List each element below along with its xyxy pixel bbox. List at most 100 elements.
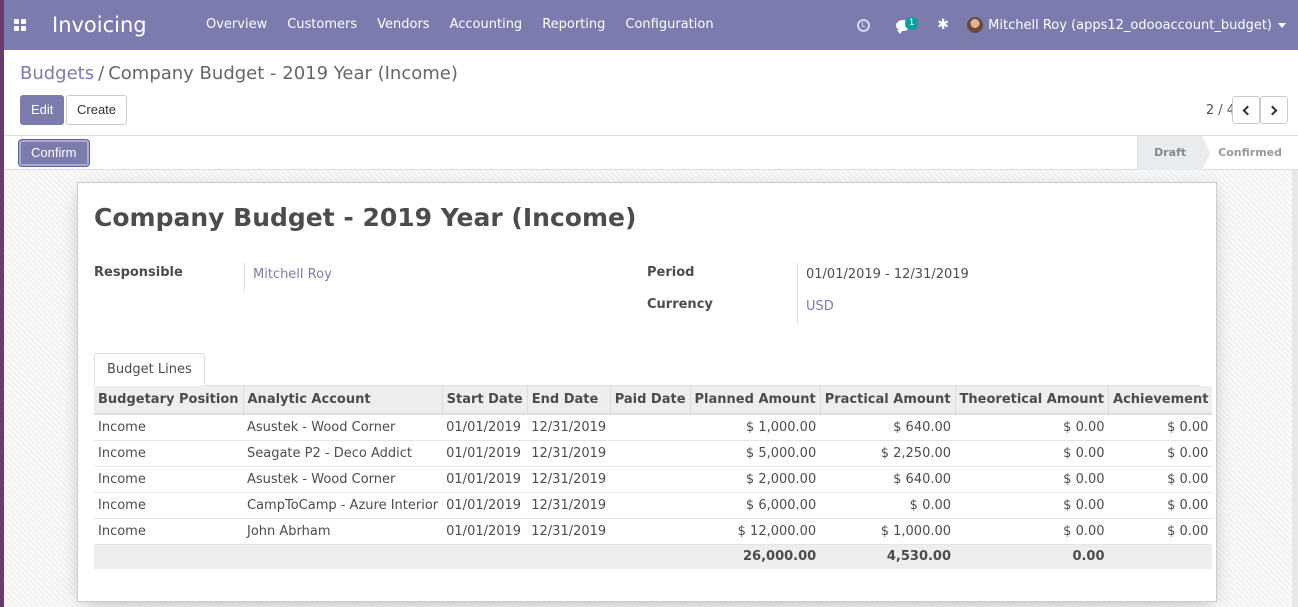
create-button[interactable]: Create [66, 95, 128, 125]
menu-overview[interactable]: Overview [196, 0, 277, 50]
table-cell [610, 544, 691, 569]
table-cell: $ 0.00 [955, 518, 1109, 545]
tab-budget-lines[interactable]: Budget Lines [94, 353, 205, 386]
table-cell: 01/01/2019 [442, 492, 528, 519]
table-cell [610, 518, 691, 545]
table-cell [610, 492, 691, 519]
field-divider [244, 263, 245, 291]
control-panel: Budgets / Company Budget - 2019 Year (Inco… [4, 50, 1298, 136]
table-cell: $ 2,000.00 [690, 466, 821, 493]
planned-total: 26,000.00 [690, 544, 821, 569]
table-cell: 12/31/2019 [527, 440, 611, 467]
menu-customers[interactable]: Customers [277, 0, 367, 50]
app-title: Invoicing [52, 13, 147, 37]
chevron-right-icon [1267, 105, 1278, 115]
debug-bug-icon[interactable]: ✱ [923, 0, 963, 50]
pager-previous-button[interactable] [1232, 96, 1260, 124]
menu-vendors[interactable]: Vendors [367, 0, 439, 50]
stage-confirmed[interactable]: Confirmed [1202, 136, 1298, 170]
chevron-left-icon [1242, 105, 1253, 115]
column-header[interactable]: Practical Amount [819, 386, 956, 415]
table-row[interactable]: Income Seagate P2 - Deco Addict 01/01/20… [94, 440, 1213, 467]
table-cell: $ 2,250.00 [820, 440, 956, 467]
breadcrumb-budgets-link[interactable]: Budgets [20, 63, 94, 84]
table-cell: $ 0.00 [1108, 414, 1213, 441]
form-sheet: Company Budget - 2019 Year (Income) Resp… [77, 182, 1217, 602]
form-content-area: Company Budget - 2019 Year (Income) Resp… [4, 170, 1298, 607]
chevron-down-icon [1278, 22, 1286, 28]
table-cell: $ 1,000.00 [690, 414, 821, 441]
table-cell [610, 440, 691, 467]
pager-next-button[interactable] [1260, 96, 1288, 124]
budget-lines-table: Budgetary Position Analytic Account Star… [94, 386, 1213, 569]
table-row[interactable]: Income Asustek - Wood Corner 01/01/2019 … [94, 466, 1213, 493]
column-header[interactable]: End Date [526, 386, 611, 415]
table-cell: $ 0.00 [1108, 466, 1213, 493]
table-cell: Income [94, 518, 243, 545]
currency-value[interactable]: USD [806, 299, 834, 314]
breadcrumb: Budgets / Company Budget - 2019 Year (Inco… [20, 63, 458, 84]
breadcrumb-separator: / [98, 63, 105, 84]
table-cell [610, 414, 691, 441]
menu-accounting[interactable]: Accounting [440, 0, 533, 50]
currency-label: Currency [647, 297, 713, 312]
confirm-button[interactable]: Confirm [19, 140, 89, 166]
messages-badge: 1 [905, 17, 919, 30]
stage-draft[interactable]: Draft [1137, 136, 1211, 170]
table-row[interactable]: Income CampToCamp - Azure Interior 01/01… [94, 492, 1213, 519]
theoretical-total: 0.00 [955, 544, 1109, 569]
menu-configuration[interactable]: Configuration [615, 0, 723, 50]
table-cell: 01/01/2019 [442, 414, 528, 441]
period-label: Period [647, 265, 695, 280]
table-cell: Income [94, 440, 243, 467]
scrollbar[interactable] [1292, 170, 1298, 607]
main-menu: Overview Customers Vendors Accounting Re… [196, 0, 724, 50]
messages-icon[interactable]: 1 [883, 0, 923, 50]
table-cell: Asustek - Wood Corner [243, 414, 443, 441]
breadcrumb-current: Company Budget - 2019 Year (Income) [108, 63, 458, 84]
apps-menu-icon[interactable] [4, 0, 36, 50]
table-cell: 01/01/2019 [442, 466, 528, 493]
table-cell: 01/01/2019 [442, 440, 528, 467]
table-cell [527, 544, 611, 569]
edit-button[interactable]: Edit [20, 95, 65, 125]
table-cell: 12/31/2019 [527, 518, 611, 545]
table-cell: $ 6,000.00 [690, 492, 821, 519]
table-cell: 01/01/2019 [442, 518, 528, 545]
table-cell: $ 0.00 [1108, 492, 1213, 519]
table-totals-row: 26,000.00 4,530.00 0.00 [94, 544, 1213, 569]
user-name: Mitchell Roy (apps12_odooaccount_budget) [988, 17, 1272, 33]
table-cell: $ 0.00 [955, 414, 1109, 441]
column-header[interactable]: Theoretical Amount [954, 386, 1109, 415]
table-row[interactable]: Income John Abrham 01/01/2019 12/31/2019… [94, 518, 1213, 545]
status-bar: Confirm Draft Confirmed [4, 136, 1298, 170]
table-cell: $ 640.00 [820, 466, 956, 493]
column-header[interactable]: Paid Date [609, 386, 691, 415]
table-cell: $ 0.00 [955, 440, 1109, 467]
activities-clock-icon[interactable] [843, 0, 883, 50]
table-row[interactable]: Income Asustek - Wood Corner 01/01/2019 … [94, 414, 1213, 441]
column-header[interactable]: Start Date [441, 386, 528, 415]
table-cell [1108, 544, 1213, 569]
column-header[interactable]: Budgetary Position [94, 386, 243, 415]
period-value: 01/01/2019 - 12/31/2019 [806, 267, 969, 282]
field-divider [797, 263, 798, 323]
table-cell: $ 12,000.00 [690, 518, 821, 545]
column-header[interactable]: Achievement [1108, 386, 1213, 415]
table-cell: $ 0.00 [1108, 440, 1213, 467]
table-cell: $ 0.00 [955, 466, 1109, 493]
table-cell: CampToCamp - Azure Interior [243, 492, 443, 519]
menu-reporting[interactable]: Reporting [532, 0, 615, 50]
table-cell [442, 544, 528, 569]
table-cell: $ 0.00 [1108, 518, 1213, 545]
column-header[interactable]: Analytic Account [242, 386, 443, 415]
table-cell: $ 0.00 [955, 492, 1109, 519]
user-menu[interactable]: Mitchell Roy (apps12_odooaccount_budget) [967, 17, 1286, 33]
column-header[interactable]: Planned Amount [689, 386, 821, 415]
table-cell [610, 466, 691, 493]
table-cell: Asustek - Wood Corner [243, 466, 443, 493]
responsible-value[interactable]: Mitchell Roy [253, 267, 332, 282]
record-title: Company Budget - 2019 Year (Income) [94, 203, 637, 232]
table-cell: $ 1,000.00 [820, 518, 956, 545]
table-cell: 12/31/2019 [527, 466, 611, 493]
